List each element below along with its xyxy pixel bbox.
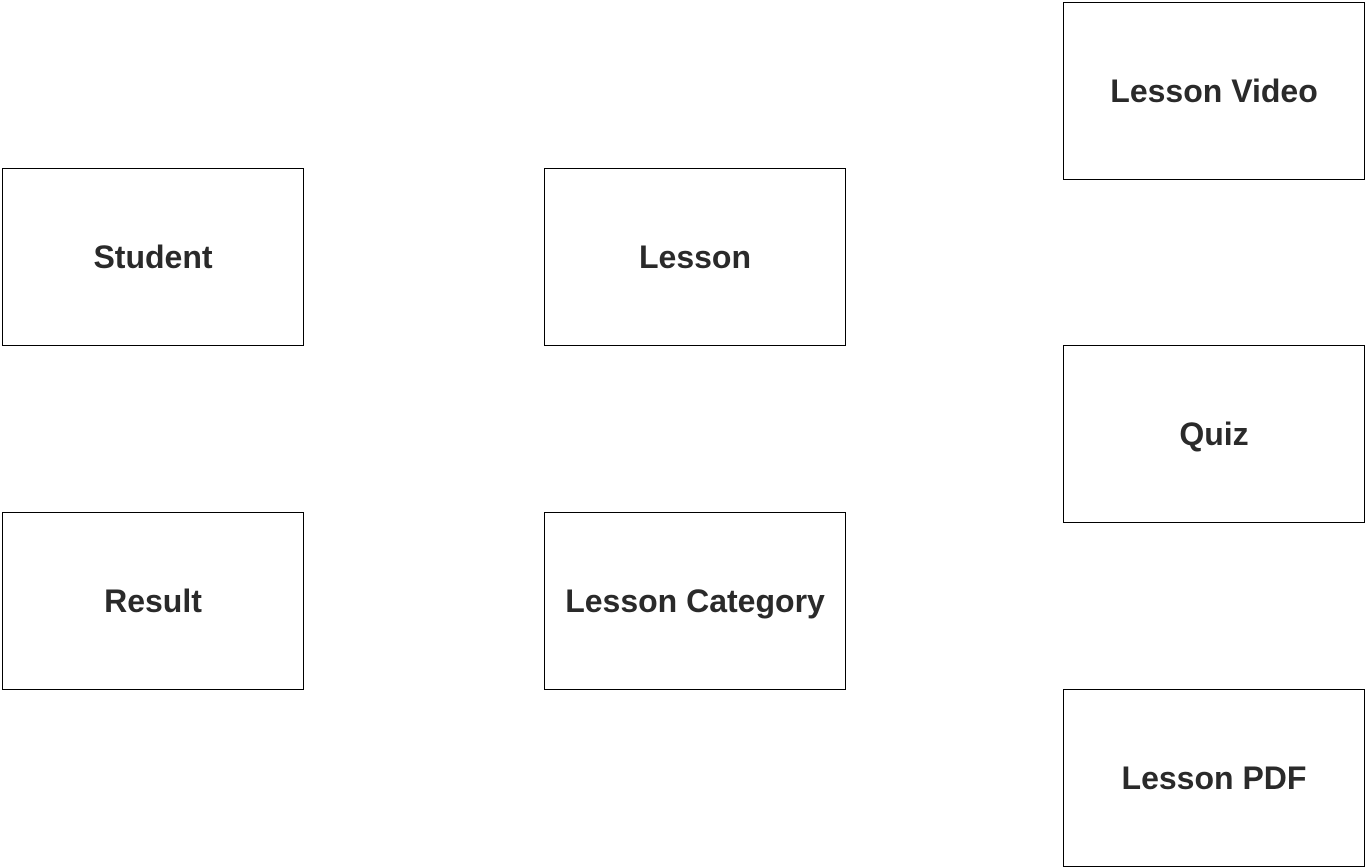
- entity-label: Lesson Video: [1110, 72, 1318, 109]
- entity-lesson-pdf[interactable]: Lesson PDF: [1063, 689, 1365, 867]
- entity-quiz[interactable]: Quiz: [1063, 345, 1365, 523]
- entity-label: Student: [93, 238, 213, 275]
- entity-result[interactable]: Result: [2, 512, 304, 690]
- entity-label: Quiz: [1179, 415, 1249, 452]
- entity-lesson-video[interactable]: Lesson Video: [1063, 2, 1365, 180]
- entity-label: Lesson Category: [565, 582, 825, 619]
- entity-label: Lesson: [638, 238, 752, 275]
- entity-student[interactable]: Student: [2, 168, 304, 346]
- entity-lesson[interactable]: Lesson: [544, 168, 846, 346]
- entity-label: Result: [104, 582, 202, 619]
- entity-lesson-category[interactable]: Lesson Category: [544, 512, 846, 690]
- entity-label: Lesson PDF: [1121, 759, 1307, 796]
